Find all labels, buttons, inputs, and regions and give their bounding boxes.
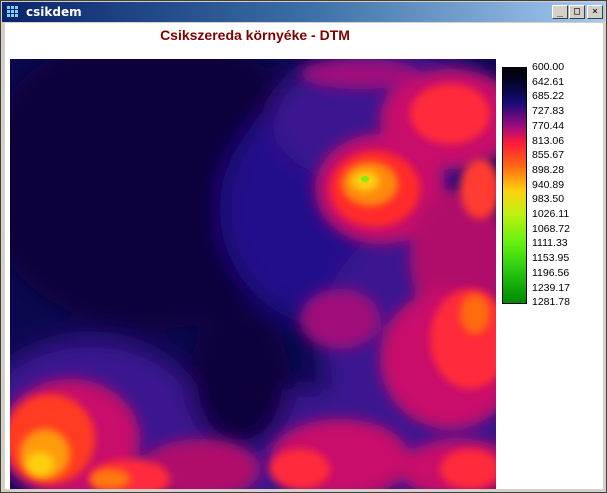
legend-label: 813.06 xyxy=(532,134,565,147)
map-title: Csikszereda környéke - DTM xyxy=(160,27,350,43)
legend-label: 1111.33 xyxy=(532,237,568,250)
legend-label: 1153.95 xyxy=(532,252,570,265)
legend-label: 898.28 xyxy=(532,163,565,176)
maximize-button[interactable]: □ xyxy=(569,5,585,19)
legend-label: 1239.17 xyxy=(532,281,570,294)
legend-label: 1196.56 xyxy=(532,266,570,279)
legend-label: 685.22 xyxy=(532,90,565,103)
grid-app-icon xyxy=(6,5,20,19)
legend-label: 855.67 xyxy=(532,149,565,162)
legend-label: 1068.72 xyxy=(532,222,570,235)
legend-label: 642.61 xyxy=(532,75,565,88)
minimize-button[interactable]: _ xyxy=(552,5,568,19)
legend-label: 600.00 xyxy=(532,61,565,73)
legend-label: 1026.11 xyxy=(532,208,570,220)
legend-label: 983.50 xyxy=(532,193,565,206)
legend-label: 770.44 xyxy=(532,119,565,132)
legend-label: 1281.78 xyxy=(532,296,570,309)
minimize-icon: _ xyxy=(556,6,564,17)
color-scale-bar xyxy=(502,67,527,304)
close-icon: × xyxy=(591,6,599,17)
window-title: csikdem xyxy=(26,5,82,19)
elevation-map[interactable] xyxy=(10,59,496,489)
legend-label: 727.83 xyxy=(532,105,565,118)
app-window: csikdem _ □ × Csikszereda környéke - DTM xyxy=(0,0,607,493)
title-bar[interactable]: csikdem _ □ × xyxy=(2,2,605,22)
map-view[interactable]: Csikszereda környéke - DTM 600.00 642.61… xyxy=(5,23,603,489)
legend-label: 940.89 xyxy=(532,178,565,191)
maximize-icon: □ xyxy=(573,6,581,17)
close-button[interactable]: × xyxy=(587,5,603,19)
